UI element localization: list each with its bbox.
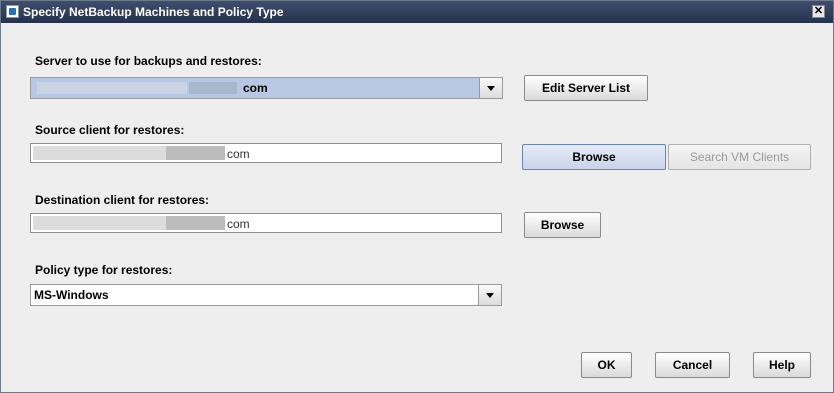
policy-label: Policy type for restores: [35, 263, 173, 277]
source-client-field[interactable]: com [30, 143, 502, 163]
search-vm-clients-button[interactable]: Search VM Clients [668, 144, 811, 170]
redacted-text [189, 82, 237, 94]
server-combo[interactable]: com [30, 77, 503, 99]
policy-type-value: MS-Windows [34, 288, 109, 302]
redacted-text [33, 216, 166, 230]
destination-browse-button[interactable]: Browse [524, 212, 601, 238]
source-browse-button[interactable]: Browse [522, 144, 666, 170]
source-client-value: com [227, 147, 250, 161]
edit-server-list-button[interactable]: Edit Server List [524, 75, 648, 101]
destination-label: Destination client for restores: [35, 193, 210, 207]
destination-client-field[interactable]: com [30, 213, 502, 233]
title-bar[interactable]: Specify NetBackup Machines and Policy Ty… [1, 1, 833, 23]
destination-client-value: com [227, 217, 250, 231]
server-value: com [243, 81, 268, 95]
source-label: Source client for restores: [35, 123, 185, 137]
redacted-text [166, 146, 225, 160]
cancel-button[interactable]: Cancel [655, 352, 730, 378]
redacted-text [33, 146, 166, 160]
window-title: Specify NetBackup Machines and Policy Ty… [23, 5, 284, 19]
help-button[interactable]: Help [753, 352, 811, 378]
chevron-down-icon[interactable] [478, 285, 501, 305]
app-icon [6, 5, 19, 18]
server-label: Server to use for backups and restores: [35, 54, 262, 68]
redacted-text [37, 82, 187, 94]
ok-button[interactable]: OK [581, 352, 632, 378]
redacted-text [166, 216, 225, 230]
close-button[interactable]: ✕ [812, 5, 825, 18]
policy-type-combo[interactable]: MS-Windows [30, 284, 502, 306]
chevron-down-icon[interactable] [479, 78, 502, 98]
dialog-window: Specify NetBackup Machines and Policy Ty… [0, 0, 834, 393]
